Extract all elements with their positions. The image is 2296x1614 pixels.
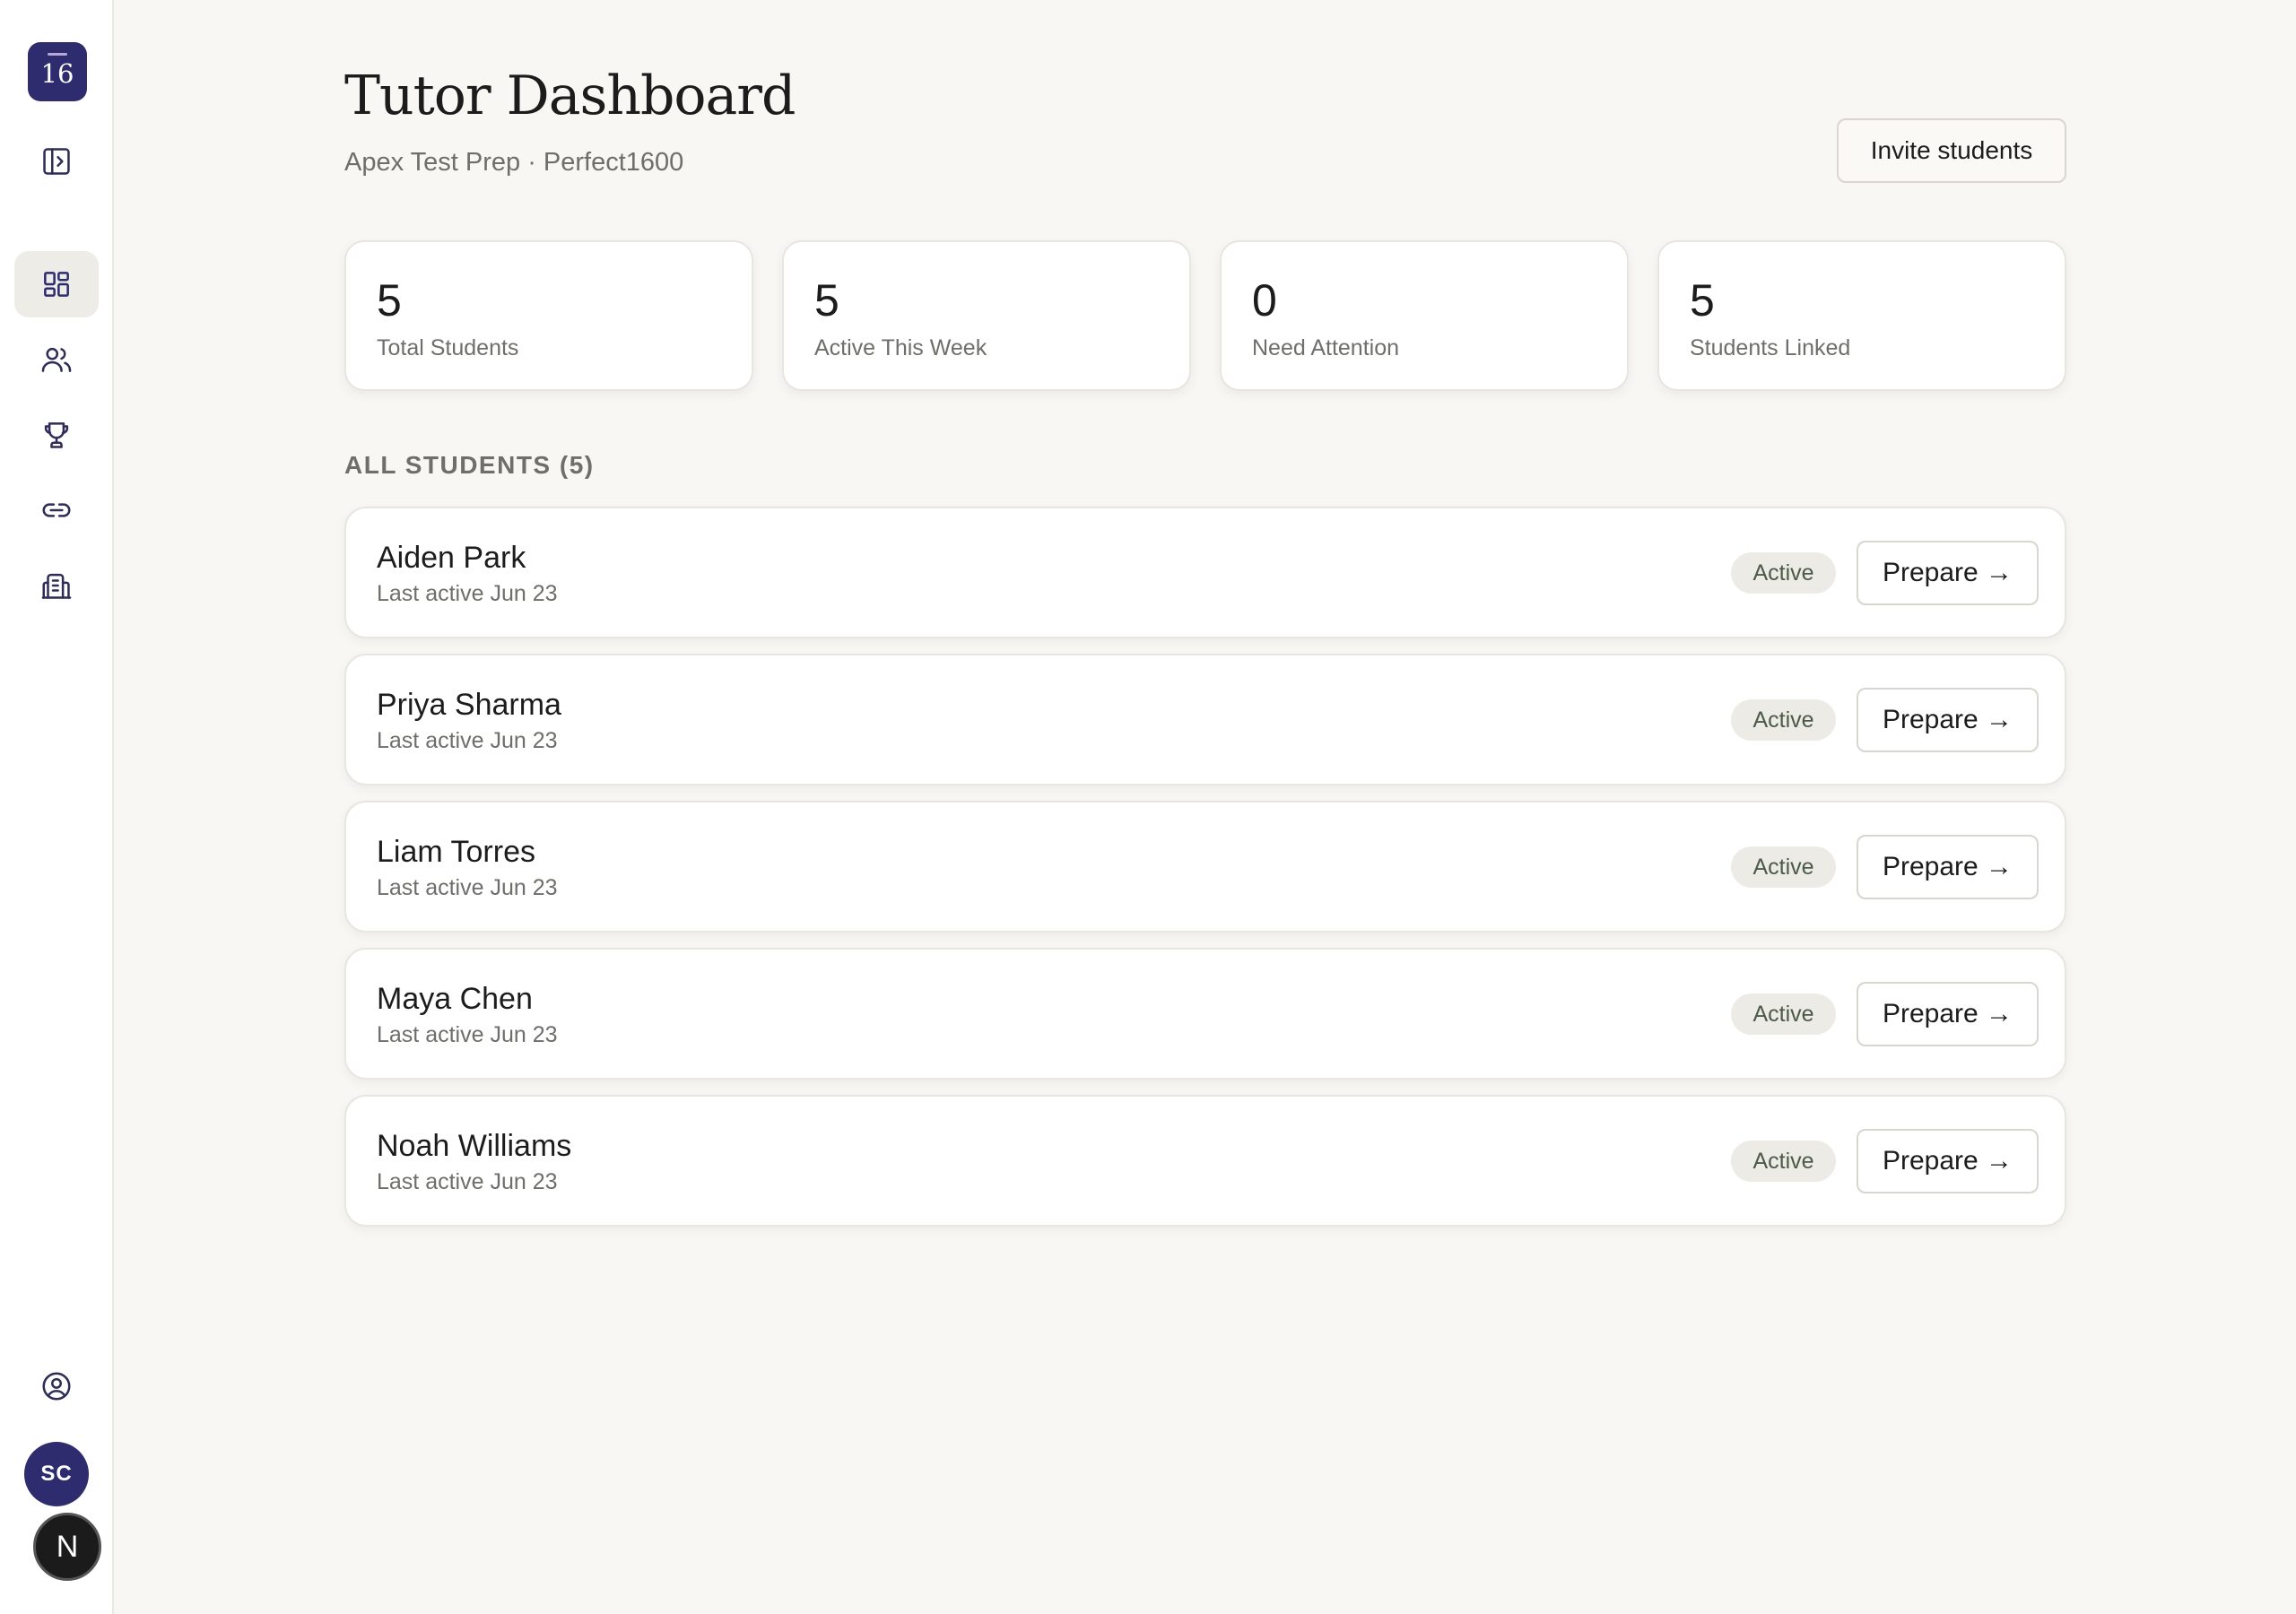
prepare-button[interactable]: Prepare → (1857, 835, 2039, 899)
student-last-active: Last active Jun 23 (377, 728, 558, 753)
sidebar-item-links[interactable] (14, 477, 99, 543)
app-logo[interactable]: 16 (28, 42, 87, 101)
link-icon (42, 503, 71, 517)
stat-card-active-this-week: 5 Active This Week (782, 240, 1191, 391)
sidebar-item-students[interactable] (14, 326, 99, 393)
student-row[interactable]: Priya Sharma Last active Jun 23 Active P… (344, 654, 2066, 785)
sidebar-item-dashboard[interactable] (14, 251, 99, 317)
app: 16 SC N Tutor Dashboard Apex Test Prep ·… (0, 0, 2296, 1614)
stat-label: Need Attention (1252, 335, 1400, 360)
account-button[interactable] (14, 1353, 99, 1419)
user-circle-icon (42, 1372, 71, 1401)
prepare-button[interactable]: Prepare → (1857, 1129, 2039, 1193)
student-last-active: Last active Jun 23 (377, 875, 558, 900)
stat-value: 5 (1690, 275, 1715, 325)
building-icon (41, 573, 72, 599)
student-last-active: Last active Jun 23 (377, 1022, 558, 1047)
stat-card-students-linked: 5 Students Linked (1657, 240, 2066, 391)
stat-label: Active This Week (814, 335, 987, 360)
n-badge-icon[interactable]: N (33, 1513, 101, 1581)
status-badge: Active (1731, 1141, 1836, 1182)
dashboard-icon (44, 272, 69, 297)
trophy-icon (44, 422, 69, 448)
sidebar-toggle-icon (43, 148, 70, 175)
stat-card-total-students: 5 Total Students (344, 240, 753, 391)
students-section-label: ALL STUDENTS (5) (344, 451, 595, 479)
invite-students-button[interactable]: Invite students (1837, 118, 2066, 183)
stat-value: 5 (377, 275, 402, 325)
users-icon (41, 347, 72, 372)
status-badge: Active (1731, 699, 1836, 741)
sidebar-item-achievements[interactable] (14, 402, 99, 468)
student-row[interactable]: Liam Torres Last active Jun 23 Active Pr… (344, 801, 2066, 933)
student-name: Priya Sharma (377, 688, 561, 722)
student-name: Maya Chen (377, 982, 533, 1016)
student-row[interactable]: Aiden Park Last active Jun 23 Active Pre… (344, 507, 2066, 638)
status-badge: Active (1731, 846, 1836, 888)
logo-text: 16 (40, 57, 74, 89)
stats-row: 5 Total Students 5 Active This Week 0 Ne… (344, 240, 2066, 391)
prepare-button[interactable]: Prepare → (1857, 541, 2039, 605)
prepare-button[interactable]: Prepare → (1857, 688, 2039, 752)
stat-label: Total Students (377, 335, 519, 360)
status-badge: Active (1731, 552, 1836, 594)
status-badge: Active (1731, 994, 1836, 1035)
prepare-button[interactable]: Prepare → (1857, 982, 2039, 1046)
user-avatar[interactable]: SC (24, 1442, 89, 1506)
sidebar-item-organization[interactable] (14, 552, 99, 619)
student-name: Aiden Park (377, 541, 526, 575)
page-subtitle: Apex Test Prep · Perfect1600 (344, 148, 684, 177)
student-row[interactable]: Maya Chen Last active Jun 23 Active Prep… (344, 948, 2066, 1080)
student-name: Liam Torres (377, 835, 535, 869)
stat-label: Students Linked (1690, 335, 1851, 360)
student-name: Noah Williams (377, 1129, 572, 1163)
stat-value: 0 (1252, 275, 1277, 325)
page-title: Tutor Dashboard (344, 65, 796, 127)
sidebar-toggle-button[interactable] (14, 128, 99, 195)
sidebar: 16 SC N (0, 0, 114, 1614)
student-row[interactable]: Noah Williams Last active Jun 23 Active … (344, 1095, 2066, 1227)
student-last-active: Last active Jun 23 (377, 1169, 558, 1194)
stat-value: 5 (814, 275, 839, 325)
stat-card-need-attention: 0 Need Attention (1220, 240, 1629, 391)
student-last-active: Last active Jun 23 (377, 581, 558, 606)
